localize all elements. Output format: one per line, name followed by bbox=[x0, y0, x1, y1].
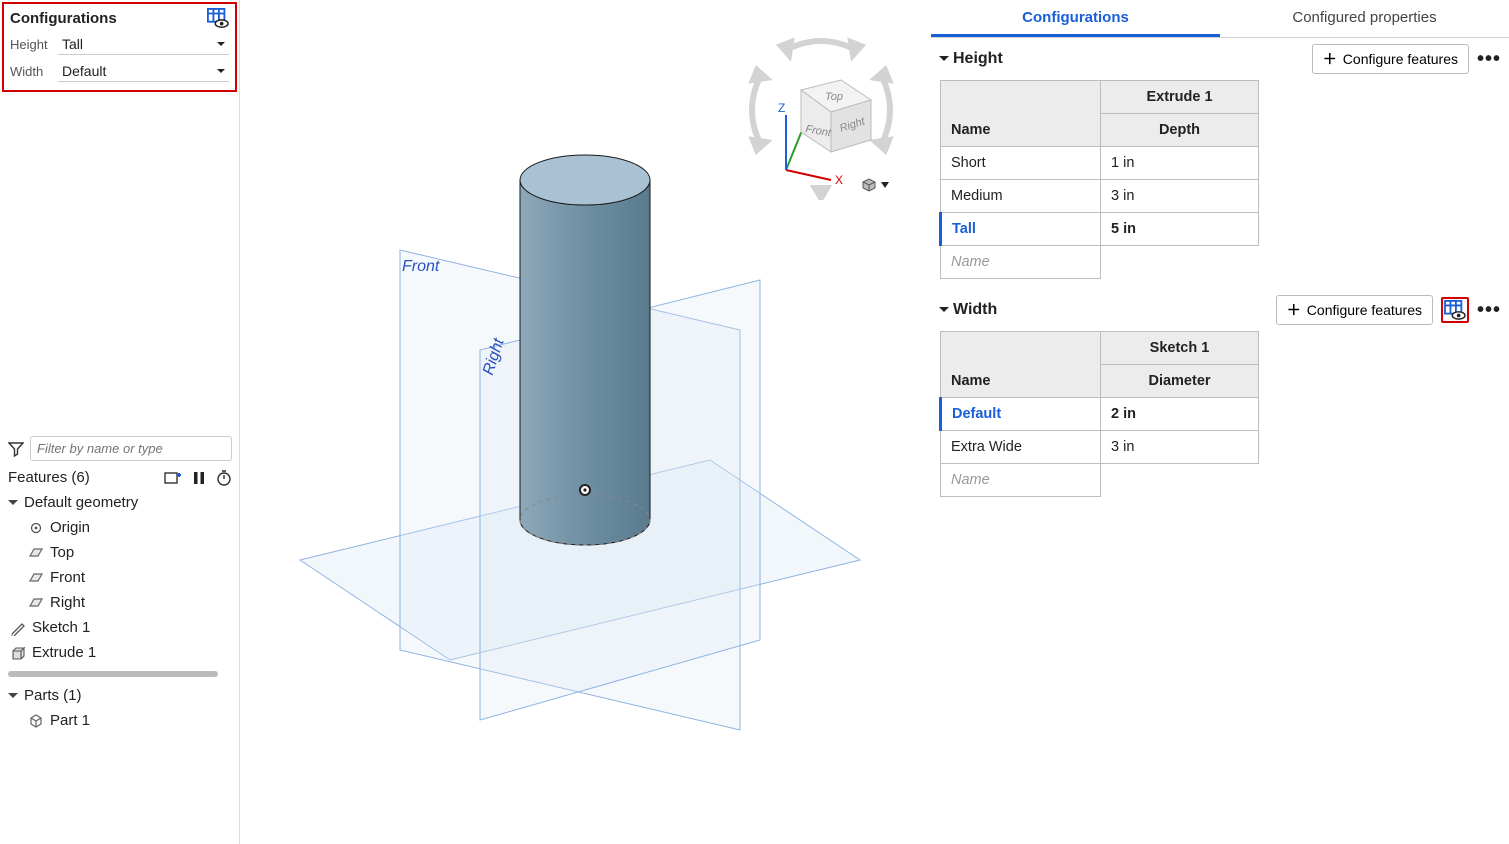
tab-configured-properties[interactable]: Configured properties bbox=[1220, 0, 1509, 37]
table-visibility-icon[interactable] bbox=[1441, 297, 1469, 323]
extrude-icon bbox=[10, 645, 26, 661]
tree-part1[interactable]: Part 1 bbox=[0, 708, 240, 733]
height-table: NameExtrude 1 Depth Short1 inMedium3 inT… bbox=[939, 80, 1259, 279]
tree-default-geometry[interactable]: Default geometry bbox=[0, 490, 240, 515]
table-row[interactable]: Extra Wide3 in bbox=[941, 431, 1259, 464]
tab-configurations[interactable]: Configurations bbox=[931, 0, 1220, 37]
section-height-title: Height bbox=[953, 50, 1003, 68]
height-label: Height bbox=[10, 37, 58, 52]
configurations-title: Configurations bbox=[10, 10, 117, 27]
filter-icon[interactable] bbox=[8, 441, 24, 457]
stopwatch-icon[interactable] bbox=[216, 470, 232, 486]
chevron-down-icon bbox=[8, 687, 18, 704]
table-row[interactable]: Short1 in bbox=[941, 147, 1259, 180]
tree-extrude1[interactable]: Extrude 1 bbox=[0, 640, 240, 665]
svg-text:Top: Top bbox=[825, 91, 843, 103]
table-row[interactable]: Medium3 in bbox=[941, 180, 1259, 213]
part-icon bbox=[28, 713, 44, 729]
plane-icon bbox=[28, 595, 44, 611]
chevron-down-icon[interactable] bbox=[939, 301, 949, 319]
sketch-icon bbox=[10, 620, 26, 636]
configure-features-button[interactable]: ＋Configure features bbox=[1276, 295, 1433, 325]
height-select[interactable]: Tall bbox=[58, 34, 229, 55]
tree-parts-header[interactable]: Parts (1) bbox=[0, 683, 240, 708]
3d-viewport[interactable]: Front Right X Y Z Top Front bbox=[240, 0, 931, 844]
feature-filter-input[interactable] bbox=[30, 436, 232, 461]
features-header: Features (6) bbox=[8, 469, 90, 486]
tree-plane-front[interactable]: Front bbox=[0, 565, 240, 590]
render-mode-dropdown[interactable] bbox=[860, 176, 889, 194]
svg-text:Z: Z bbox=[778, 101, 785, 115]
origin-icon bbox=[28, 520, 44, 536]
width-table: NameSketch 1 Diameter Default2 inExtra W… bbox=[939, 331, 1259, 497]
table-row[interactable]: Default2 in bbox=[941, 398, 1259, 431]
tree-plane-top[interactable]: Top bbox=[0, 540, 240, 565]
section-width-title: Width bbox=[953, 301, 997, 319]
plane-icon bbox=[28, 545, 44, 561]
more-menu-icon[interactable]: ••• bbox=[1477, 305, 1501, 315]
configure-features-button[interactable]: ＋Configure features bbox=[1312, 44, 1469, 74]
scrollbar[interactable] bbox=[8, 671, 218, 677]
more-menu-icon[interactable]: ••• bbox=[1477, 54, 1501, 64]
width-label: Width bbox=[10, 64, 58, 79]
front-plane-label: Front bbox=[402, 258, 439, 276]
table-visibility-icon[interactable] bbox=[207, 8, 229, 28]
width-add-row[interactable]: Name bbox=[941, 464, 1101, 497]
tree-origin[interactable]: Origin bbox=[0, 515, 240, 540]
plane-icon bbox=[28, 570, 44, 586]
configurations-panel: Configurations Configured properties Hei… bbox=[931, 0, 1509, 844]
height-add-row[interactable]: Name bbox=[941, 246, 1101, 279]
table-row[interactable]: Tall5 in bbox=[941, 213, 1259, 246]
tree-plane-right[interactable]: Right bbox=[0, 590, 240, 615]
chevron-down-icon[interactable] bbox=[939, 50, 949, 68]
view-cube[interactable]: X Y Z Top Front Right bbox=[731, 20, 911, 200]
chevron-down-icon bbox=[8, 494, 18, 511]
configurations-quick-panel: Configurations Height Tall Width Default bbox=[2, 2, 237, 92]
width-select[interactable]: Default bbox=[58, 61, 229, 82]
tree-sketch1[interactable]: Sketch 1 bbox=[0, 615, 240, 640]
svg-text:X: X bbox=[835, 173, 843, 187]
pause-icon[interactable] bbox=[192, 471, 206, 485]
add-feature-icon[interactable] bbox=[164, 470, 182, 486]
